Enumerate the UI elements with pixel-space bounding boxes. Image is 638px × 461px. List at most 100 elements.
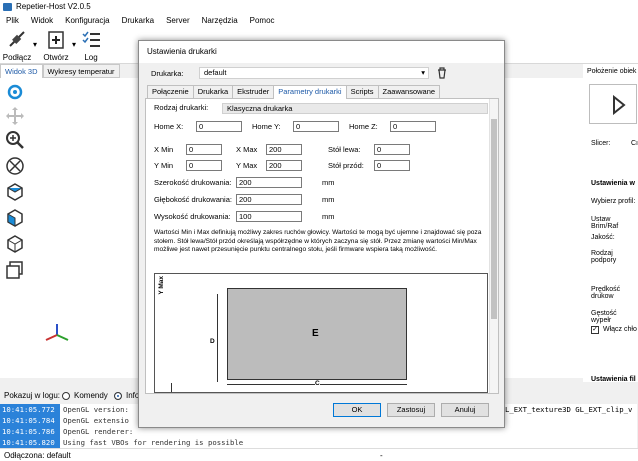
cube-side-icon[interactable] [5, 234, 25, 254]
zoom-icon[interactable] [5, 130, 25, 150]
print-depth-input[interactable]: 200 [236, 194, 302, 205]
slicer-value: Cı [631, 140, 638, 147]
slicer-label: Slicer: [591, 140, 611, 147]
print-width-unit: mm [322, 178, 335, 187]
menu-widok[interactable]: Widok [25, 14, 59, 28]
view-tabs: Widok 3D Wykresy temperatur [0, 64, 140, 78]
axis-marker [171, 383, 172, 392]
connect-button[interactable]: Podłącz [2, 28, 32, 64]
tab-extruder[interactable]: Ekstruder [232, 85, 275, 98]
menu-pomoc[interactable]: Pomoc [244, 14, 281, 28]
bed-front-input[interactable]: 0 [374, 160, 410, 171]
print-depth-unit: mm [322, 195, 335, 204]
cube-top-icon[interactable] [5, 182, 25, 202]
trash-icon[interactable] [437, 67, 447, 79]
dropdown-arrow-icon[interactable]: ▾ [72, 40, 76, 49]
object-position-header: Położenie obiek [587, 68, 637, 75]
window-title: Repetier-Host V2.0.5 [16, 2, 91, 11]
menu-drukarka[interactable]: Drukarka [116, 14, 160, 28]
y-min-label: Y Min [154, 161, 174, 170]
home-z-input[interactable]: 0 [390, 121, 436, 132]
copy-objects-icon[interactable] [5, 260, 25, 280]
support-label: Rodzaj podpory [591, 250, 617, 264]
density-label: Gęstość wypełr [591, 310, 617, 324]
cooling-checkbox[interactable]: ✓ [591, 326, 599, 334]
menu-plik[interactable]: Plik [0, 14, 25, 28]
settings-tabs: Połączenie Drukarka Ekstruder Parametry … [147, 85, 441, 99]
quality-label: Jakość: [591, 234, 615, 241]
log-filter-label: Pokazuj w logu: [4, 391, 61, 400]
commands-label: Komendy [74, 391, 108, 400]
help-text: Wartości Min i Max definiują możliwy zak… [154, 229, 482, 253]
home-y-label: Home Y: [252, 122, 281, 131]
commands-radio[interactable] [62, 392, 70, 400]
y-max-input[interactable]: 200 [266, 160, 302, 171]
menu-server[interactable]: Server [160, 14, 196, 28]
tab-3d-view[interactable]: Widok 3D [0, 64, 43, 78]
status-bar: Odłączona: default - [0, 448, 638, 461]
y-min-input[interactable]: 0 [186, 160, 222, 171]
home-x-input[interactable]: 0 [196, 121, 242, 132]
printer-label: Drukarka: [151, 69, 184, 78]
cancel-button[interactable]: Anuluj [441, 403, 489, 417]
brim-label: Ustaw Brim/Raf [591, 216, 619, 230]
app-icon [3, 3, 12, 11]
status-separator: - [380, 451, 383, 460]
scrollbar-thumb[interactable] [491, 119, 497, 319]
info-radio[interactable] [114, 392, 122, 400]
x-max-label: X Max [236, 145, 258, 154]
printer-type-select[interactable]: Klasyczna drukarka [222, 103, 488, 114]
tab-printer[interactable]: Drukarka [192, 85, 234, 98]
print-height-unit: mm [322, 212, 335, 221]
x-max-input[interactable]: 200 [266, 144, 302, 155]
tab-printer-parameters[interactable]: Parametry drukarki [273, 85, 347, 99]
speed-label: Prędkość drukow [591, 286, 621, 300]
filament-settings-header: Ustawienia fil [591, 376, 636, 383]
add-file-icon [48, 31, 64, 49]
tab-temperature-chart[interactable]: Wykresy temperatur [42, 64, 120, 78]
log-button[interactable]: Log [78, 28, 104, 64]
view-tools [0, 78, 30, 308]
menu-bar: Plik Widok Konfiguracja Drukarka Server … [0, 14, 638, 28]
apply-button[interactable]: Zastosuj [387, 403, 435, 417]
cube-front-icon[interactable] [5, 208, 25, 228]
reset-view-icon[interactable] [5, 156, 25, 176]
printer-type-label: Rodzaj drukarki: [154, 103, 209, 112]
panel-scrollbar[interactable] [489, 99, 498, 393]
y-max-diagram-label: Y Max [158, 276, 165, 295]
dimension-d-label: D [210, 338, 215, 345]
play-icon [613, 95, 626, 115]
tab-advanced[interactable]: Zaawansowane [377, 85, 441, 98]
menu-konfiguracja[interactable]: Konfiguracja [59, 14, 115, 28]
title-bar: Repetier-Host V2.0.5 [0, 0, 638, 14]
tab-connection[interactable]: Połączenie [147, 85, 194, 98]
x-min-label: X Min [154, 145, 174, 154]
area-e-label: E [312, 328, 319, 339]
open-button[interactable]: Otwórz [40, 28, 72, 64]
chevron-down-icon: ▾ [421, 68, 425, 77]
home-z-label: Home Z: [349, 122, 378, 131]
print-depth-label: Głębokość drukowania: [154, 195, 232, 204]
slice-button[interactable] [589, 84, 637, 124]
tab-scripts[interactable]: Scripts [345, 85, 379, 98]
bed-diagram: Y Max D E C [154, 273, 488, 393]
dropdown-arrow-icon[interactable]: ▾ [33, 40, 37, 49]
dimension-c-label: C [315, 380, 320, 387]
printer-parameters-panel: Rodzaj drukarki: Klasyczna drukarka Home… [145, 98, 499, 394]
x-min-input[interactable]: 0 [186, 144, 222, 155]
list-icon [82, 31, 100, 47]
bed-front-label: Stół przód: [328, 161, 364, 170]
print-width-input[interactable]: 200 [236, 177, 302, 188]
rotate-icon[interactable] [5, 82, 25, 102]
bed-left-input[interactable]: 0 [374, 144, 410, 155]
ok-button[interactable]: OK [333, 403, 381, 417]
bed-left-label: Stół lewa: [328, 145, 361, 154]
y-max-label: Y Max [236, 161, 258, 170]
printer-select[interactable]: default ▾ [199, 67, 429, 79]
move-icon[interactable] [5, 106, 25, 126]
home-x-label: Home X: [154, 122, 184, 131]
cooling-label: Włącz chło [603, 326, 637, 333]
menu-narzedzia[interactable]: Narzędzia [196, 14, 244, 28]
home-y-input[interactable]: 0 [293, 121, 339, 132]
print-height-input[interactable]: 100 [236, 211, 302, 222]
